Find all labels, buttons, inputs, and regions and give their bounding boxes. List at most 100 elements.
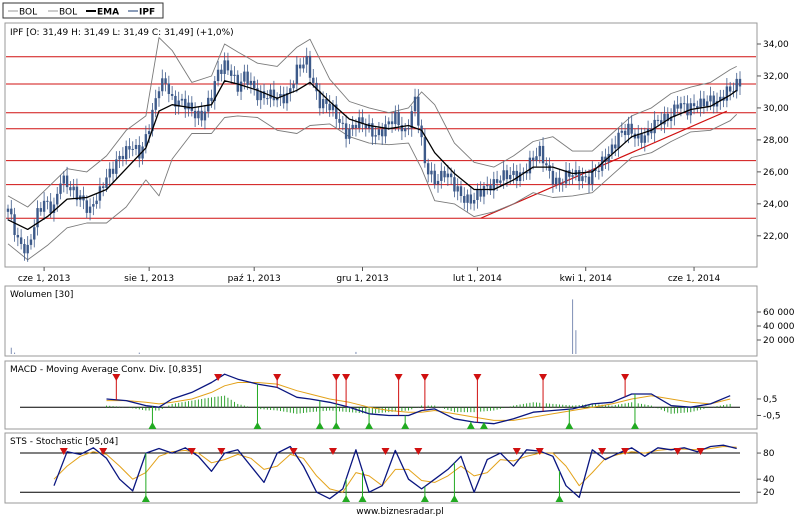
price-candle-body <box>476 189 479 200</box>
price-candle-body <box>472 199 476 204</box>
price-candle-body <box>374 135 377 137</box>
price-candle-body <box>463 195 466 203</box>
price-candle-body <box>479 189 482 197</box>
price-candle-body <box>190 102 194 111</box>
price-candle-body <box>354 124 358 129</box>
legend-label-ipf: IPF <box>139 8 155 18</box>
price-candle-body <box>65 175 69 188</box>
price-candle-body <box>459 186 463 196</box>
price-candle-body <box>403 128 407 132</box>
price-candle-body <box>535 156 538 161</box>
price-candle-body <box>111 168 115 174</box>
price-candle-body <box>147 131 151 135</box>
price-candle-body <box>154 98 157 110</box>
price-candle-body <box>46 200 49 202</box>
price-candle-body <box>551 170 555 185</box>
price-candle-body <box>292 84 295 89</box>
legend: BOL BOL EMA IPF <box>2 2 164 19</box>
price-candle-body <box>184 98 187 110</box>
price-y-tick-label: 24,00 <box>763 200 789 210</box>
price-candle-body <box>338 118 341 123</box>
price-candle-body <box>101 186 105 188</box>
price-candle-body <box>620 130 624 133</box>
price-candle-body <box>298 64 302 69</box>
price-candle-body <box>318 91 322 109</box>
price-candle-body <box>699 98 702 109</box>
price-candle-body <box>486 185 489 187</box>
price-candle-body <box>105 177 108 188</box>
price-candle-body <box>23 243 26 254</box>
price-candle-body <box>610 144 614 154</box>
price-candle-body <box>39 208 43 212</box>
price-candle-body <box>200 110 203 121</box>
price-candle-body <box>426 163 430 175</box>
price-candle-body <box>88 206 92 213</box>
price-candle-body <box>312 77 315 83</box>
price-candle-body <box>682 103 686 105</box>
price-candle-body <box>249 80 253 85</box>
macd-y-tick-label: -0,5 <box>763 411 781 421</box>
price-candle-body <box>502 170 505 181</box>
volume-y-tick-label: 60 000 <box>763 308 795 318</box>
last-price-point <box>735 82 739 86</box>
price-y-tick-label: 28,00 <box>763 136 789 146</box>
price-candle-body <box>581 176 584 182</box>
price-candle-body <box>541 145 545 164</box>
price-candle-body <box>653 119 656 134</box>
legend-label-bol-lower: BOL <box>59 8 77 18</box>
price-candle-body <box>449 173 453 178</box>
price-candle-body <box>627 123 630 136</box>
price-candle-body <box>545 163 548 166</box>
price-candle-body <box>509 174 512 180</box>
price-candle-body <box>446 173 450 178</box>
volume-y-tick-label: 20 000 <box>763 336 795 346</box>
price-candle-body <box>302 64 305 69</box>
price-candle-body <box>390 121 394 125</box>
price-candle-body <box>266 98 269 100</box>
price-candle-body <box>515 170 518 182</box>
price-panel <box>4 22 758 268</box>
stochastic-y-tick-label: 80 <box>763 449 775 459</box>
price-candle-body <box>394 111 397 125</box>
price-candle-body <box>587 176 591 185</box>
stochastic-panel-title: STS - Stochastic [95,04] <box>10 437 118 447</box>
price-candle-body <box>157 91 161 99</box>
price-candle-body <box>56 193 59 205</box>
price-candle-body <box>220 69 223 74</box>
volume-panel <box>4 285 758 357</box>
price-candle-body <box>673 104 676 117</box>
legend-label-ema: EMA <box>97 8 119 18</box>
price-candle-body <box>121 155 125 160</box>
price-candle-body <box>6 208 10 212</box>
price-candle-body <box>226 60 230 71</box>
price-candle-body <box>466 194 469 203</box>
price-candle-body <box>381 129 384 137</box>
price-candle-body <box>62 175 66 184</box>
price-candle-body <box>131 148 134 150</box>
price-x-tick-label: paź 1, 2013 <box>228 274 281 284</box>
price-candle-body <box>709 95 712 102</box>
price-candle-body <box>528 157 532 174</box>
price-candle-body <box>351 124 354 129</box>
price-candle-body <box>705 101 709 107</box>
volume-panel-title: Wolumen [30] <box>10 290 73 300</box>
price-candle-body <box>216 69 220 82</box>
price-candle-body <box>456 186 459 192</box>
price-candle-body <box>679 103 683 109</box>
price-candle-body <box>584 176 587 178</box>
price-candle-body <box>512 170 515 175</box>
price-candle-body <box>33 227 36 240</box>
price-candle-body <box>180 98 184 101</box>
price-candle-body <box>230 70 233 76</box>
price-candle-body <box>630 123 633 134</box>
price-candle-body <box>197 110 200 119</box>
price-candle-body <box>269 89 272 99</box>
price-candle-body <box>59 183 62 194</box>
price-x-tick-label: cze 1, 2013 <box>18 274 70 284</box>
price-candle-body <box>617 132 620 149</box>
price-y-tick-label: 26,00 <box>763 168 789 178</box>
price-candle-body <box>423 137 427 164</box>
price-candle-body <box>499 180 502 183</box>
price-candle-body <box>433 170 436 185</box>
price-candle-body <box>13 214 16 235</box>
